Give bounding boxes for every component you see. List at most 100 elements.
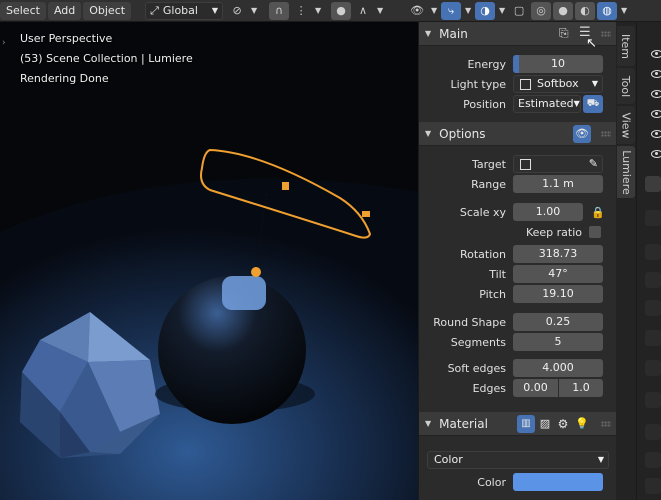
sphere-highlight <box>222 276 266 310</box>
overlay-icon[interactable]: ◑ <box>475 1 496 20</box>
menu-add[interactable]: Add <box>47 1 82 20</box>
chevron-down-icon[interactable]: ▼ <box>463 2 473 20</box>
visibility-eye-icon[interactable] <box>651 70 661 78</box>
object-properties-icon[interactable] <box>645 360 661 376</box>
visibility-eye-icon[interactable] <box>651 130 661 138</box>
tab-lumiere[interactable]: Lumiere <box>617 146 635 198</box>
output-properties-icon[interactable] <box>645 244 661 260</box>
lock-icon[interactable]: 🔒 <box>591 206 605 219</box>
visibility-icon[interactable]: 👁 <box>407 2 427 20</box>
pitch-field[interactable]: 19.10 <box>513 285 603 303</box>
color-mode-icon[interactable]: ▥ <box>517 415 535 433</box>
lightbulb-icon[interactable]: 💡 <box>574 415 590 433</box>
drag-grip-icon[interactable] <box>601 131 611 137</box>
target-label: Target <box>471 157 506 171</box>
physics-properties-icon[interactable] <box>645 424 661 440</box>
edges-min-field[interactable]: 0.00 <box>513 379 558 397</box>
rendered-shading-icon[interactable]: ◍ <box>597 1 618 20</box>
3d-viewport[interactable]: User Perspective (53) Scene Collection |… <box>0 22 418 500</box>
chevron-down-icon[interactable]: ▼ <box>429 2 439 20</box>
energy-field[interactable]: 10 <box>513 55 603 73</box>
range-row: Range 1.1 m <box>419 174 617 194</box>
view-layer-properties-icon[interactable] <box>645 272 661 288</box>
range-field[interactable]: 1.1 m <box>513 175 603 193</box>
orientation-dropdown[interactable]: ⤢ Global ▼ <box>145 1 224 20</box>
world-properties-icon[interactable] <box>645 330 661 346</box>
proportional-edit-icon[interactable]: ● <box>331 1 352 20</box>
constraint-properties-icon[interactable] <box>645 452 661 468</box>
light-type-label: Light type <box>450 77 506 91</box>
gizmo-icon[interactable]: ⤷ <box>441 1 462 20</box>
scale-field[interactable]: 1.00 <box>513 203 583 221</box>
viewport-mode-text: User Perspective <box>20 32 113 45</box>
eyedropper-icon[interactable]: ✎ <box>589 155 598 173</box>
orientation-value: Global <box>162 3 198 17</box>
edges-max-field[interactable]: 1.0 <box>559 379 603 397</box>
modifier-properties-icon[interactable] <box>645 392 661 408</box>
wireframe-shading-icon[interactable]: ◎ <box>531 1 552 20</box>
menu-select[interactable]: Select <box>0 1 46 20</box>
material-shading-icon[interactable]: ◐ <box>575 1 596 20</box>
target-row: Target ✎ <box>419 154 617 174</box>
visibility-eye-icon[interactable] <box>651 150 661 158</box>
drag-grip-icon[interactable] <box>601 421 611 427</box>
round-shape-row: Round Shape 0.25 <box>419 312 617 332</box>
chevron-down-icon[interactable]: ▼ <box>375 2 385 20</box>
tool-properties-icon[interactable] <box>645 176 661 192</box>
snap-target-icon[interactable]: ⋮ <box>291 2 311 20</box>
eye-toggle-icon[interactable]: 👁 <box>573 125 591 143</box>
energy-value: 10 <box>551 57 565 70</box>
solid-shading-icon[interactable]: ● <box>553 1 574 20</box>
tab-item[interactable]: Item <box>617 26 635 66</box>
rotation-field[interactable]: 318.73 <box>513 245 603 263</box>
material-mode-dropdown[interactable]: Color ▼ <box>427 451 609 469</box>
chevron-down-icon: ▼ <box>591 79 598 88</box>
light-type-dropdown[interactable]: Softbox ▼ <box>513 75 603 93</box>
energy-row: Energy 10 <box>419 54 617 74</box>
options-section-header[interactable]: ▼ Options 👁 <box>419 122 617 146</box>
pitch-row: Pitch 19.10 <box>419 284 617 304</box>
visibility-eye-icon[interactable] <box>651 50 661 58</box>
color-swatch[interactable] <box>513 473 603 491</box>
tab-tool[interactable]: Tool <box>617 68 635 104</box>
tilt-row: Tilt 47° <box>419 264 617 284</box>
chevron-down-icon[interactable]: ▼ <box>619 2 629 20</box>
material-section-title: Material <box>439 416 488 431</box>
collapse-arrow-icon[interactable]: › <box>2 38 6 48</box>
scene-properties-icon[interactable] <box>645 300 661 316</box>
chevron-down-icon[interactable]: ▼ <box>497 2 507 20</box>
menu-object[interactable]: Object <box>83 1 132 20</box>
image-mode-icon[interactable]: ▨ <box>537 415 553 433</box>
drag-grip-icon[interactable] <box>601 31 611 37</box>
visibility-eye-icon[interactable] <box>651 110 661 118</box>
position-dropdown[interactable]: Estimated ▼ <box>513 95 581 113</box>
scale-row: Scale xy 1.00 🔒 <box>419 202 617 222</box>
target-field[interactable]: ✎ <box>513 155 603 173</box>
render-properties-icon[interactable] <box>645 210 661 226</box>
soft-edges-field[interactable]: 4.000 <box>513 359 603 377</box>
chevron-down-icon[interactable]: ▼ <box>249 2 259 20</box>
segments-row: Segments 5 <box>419 332 617 352</box>
tilt-field[interactable]: 47° <box>513 265 603 283</box>
keep-ratio-checkbox[interactable] <box>589 226 601 238</box>
xray-icon[interactable]: ▢ <box>509 2 529 20</box>
round-shape-field[interactable]: 0.25 <box>513 313 603 331</box>
visibility-eye-icon[interactable] <box>651 90 661 98</box>
material-section-header[interactable]: ▼ Material ▥ ▨ ⚙ 💡 <box>419 412 617 436</box>
falloff-icon[interactable]: ∧ <box>353 2 373 20</box>
settings-gear-icon[interactable]: ⚙ <box>555 415 571 433</box>
main-section-header[interactable]: ▼ Main ⎘ ☰ ↖ <box>419 22 617 51</box>
snap-icon[interactable]: ∩ <box>269 1 290 20</box>
tab-view[interactable]: View <box>617 106 635 144</box>
segments-field[interactable]: 5 <box>513 333 603 351</box>
copy-icon[interactable]: ⎘ <box>559 26 569 41</box>
sidebar-panel: ▼ Main ⎘ ☰ ↖ Energy 10 Light type Softbo… <box>418 22 617 500</box>
pivot-icon[interactable]: ⊘ <box>227 2 247 20</box>
data-properties-icon[interactable] <box>645 478 661 494</box>
rotation-row: Rotation 318.73 <box>419 244 617 264</box>
car-icon[interactable]: ⛟ <box>583 95 603 113</box>
keep-ratio-label: Keep ratio <box>525 225 582 239</box>
tab-tool-label: Tool <box>619 75 633 97</box>
chevron-down-icon[interactable]: ▼ <box>313 2 323 20</box>
light-type-value: Softbox <box>537 77 579 90</box>
